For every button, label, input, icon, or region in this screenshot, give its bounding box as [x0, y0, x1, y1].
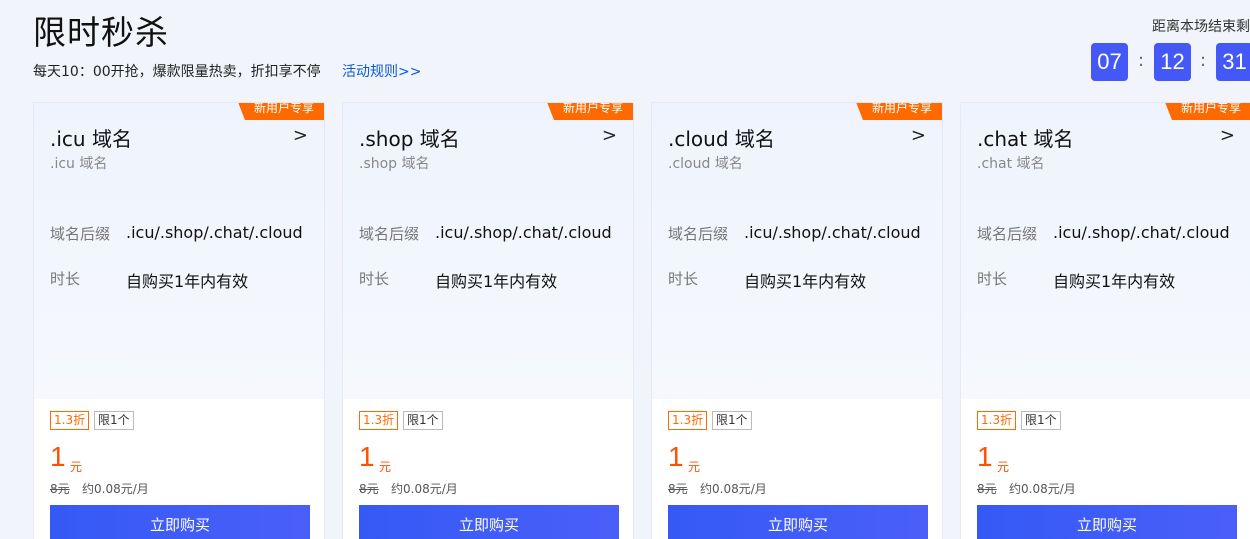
- suffix-value: .icu/.shop/.chat/.cloud: [1053, 223, 1230, 242]
- suffix-label: 域名后缀: [50, 225, 111, 243]
- new-user-badge: 新用户专享: [853, 103, 942, 120]
- buy-now-button[interactable]: 立即购买: [977, 505, 1237, 539]
- product-card: 新用户专享 .shop 域名 > .shop 域名 域名后缀 .icu/.sho…: [342, 102, 634, 539]
- chevron-right-icon[interactable]: >: [1220, 125, 1235, 146]
- new-user-badge: 新用户专享: [544, 103, 633, 120]
- monthly-price: 约0.08元/月: [391, 482, 458, 496]
- price-value: 1: [668, 441, 684, 472]
- duration-value: 自购买1年内有效: [435, 272, 558, 291]
- discount-tag: 1.3折: [668, 411, 708, 430]
- buy-now-button[interactable]: 立即购买: [50, 505, 310, 539]
- monthly-price: 约0.08元/月: [700, 482, 767, 496]
- duration-value: 自购买1年内有效: [1053, 272, 1176, 291]
- buy-now-button[interactable]: 立即购买: [668, 505, 928, 539]
- chevron-right-icon[interactable]: >: [293, 125, 308, 146]
- page-title: 限时秒杀: [33, 13, 169, 52]
- card-subtitle: .shop 域名: [359, 156, 430, 172]
- card-title[interactable]: .cloud 域名: [668, 123, 775, 152]
- discount-tag: 1.3折: [50, 411, 90, 430]
- duration-label: 时长: [359, 270, 390, 288]
- limit-tag: 限1个: [94, 411, 134, 430]
- original-price: 8元: [977, 482, 997, 496]
- limit-tag: 限1个: [712, 411, 752, 430]
- duration-label: 时长: [668, 270, 699, 288]
- activity-rules-link[interactable]: 活动规则>>: [342, 61, 421, 81]
- flash-sale-page: 限时秒杀 每天10：00开抢，爆款限量热卖，折扣享不停 活动规则>> 距离本场结…: [0, 0, 1250, 539]
- price-unit: 元: [997, 460, 1010, 474]
- duration-value: 自购买1年内有效: [744, 272, 867, 291]
- discount-tag: 1.3折: [977, 411, 1017, 430]
- suffix-value: .icu/.shop/.chat/.cloud: [126, 223, 303, 242]
- new-user-badge: 新用户专享: [1162, 103, 1250, 120]
- new-user-badge: 新用户专享: [235, 103, 324, 120]
- countdown-separator: :: [1200, 50, 1207, 71]
- price-value: 1: [359, 441, 375, 472]
- duration-value: 自购买1年内有效: [126, 272, 249, 291]
- product-card: 新用户专享 .chat 域名 > .chat 域名 域名后缀 .icu/.sho…: [960, 102, 1250, 539]
- countdown-hours: 07: [1091, 43, 1128, 81]
- suffix-value: .icu/.shop/.chat/.cloud: [435, 223, 612, 242]
- countdown-seconds: 31: [1216, 43, 1250, 81]
- card-title[interactable]: .icu 域名: [50, 123, 132, 152]
- card-title[interactable]: .chat 域名: [977, 123, 1073, 152]
- price-value: 1: [50, 441, 66, 472]
- card-title[interactable]: .shop 域名: [359, 123, 460, 152]
- suffix-label: 域名后缀: [977, 225, 1038, 243]
- monthly-price: 约0.08元/月: [82, 482, 149, 496]
- price-unit: 元: [688, 460, 701, 474]
- duration-label: 时长: [50, 270, 81, 288]
- limit-tag: 限1个: [1021, 411, 1061, 430]
- product-card: 新用户专享 .cloud 域名 > .cloud 域名 域名后缀 .icu/.s…: [651, 102, 943, 539]
- countdown-minutes: 12: [1154, 43, 1191, 81]
- original-price: 8元: [50, 482, 70, 496]
- countdown-label: 距离本场结束剩: [1152, 19, 1250, 35]
- duration-label: 时长: [977, 270, 1008, 288]
- price-unit: 元: [70, 460, 83, 474]
- buy-now-button[interactable]: 立即购买: [359, 505, 619, 539]
- suffix-label: 域名后缀: [359, 225, 420, 243]
- monthly-price: 约0.08元/月: [1009, 482, 1076, 496]
- chevron-right-icon[interactable]: >: [911, 125, 926, 146]
- suffix-value: .icu/.shop/.chat/.cloud: [744, 223, 921, 242]
- suffix-label: 域名后缀: [668, 225, 729, 243]
- product-card: 新用户专享 .icu 域名 > .icu 域名 域名后缀 .icu/.shop/…: [33, 102, 325, 539]
- chevron-right-icon[interactable]: >: [602, 125, 617, 146]
- card-subtitle: .cloud 域名: [668, 156, 743, 172]
- price-unit: 元: [379, 460, 392, 474]
- price-value: 1: [977, 441, 993, 472]
- limit-tag: 限1个: [403, 411, 443, 430]
- original-price: 8元: [668, 482, 688, 496]
- card-subtitle: .chat 域名: [977, 156, 1045, 172]
- countdown-separator: :: [1138, 50, 1145, 71]
- page-subtitle: 每天10：00开抢，爆款限量热卖，折扣享不停: [33, 64, 321, 80]
- original-price: 8元: [359, 482, 379, 496]
- discount-tag: 1.3折: [359, 411, 399, 430]
- card-subtitle: .icu 域名: [50, 156, 108, 172]
